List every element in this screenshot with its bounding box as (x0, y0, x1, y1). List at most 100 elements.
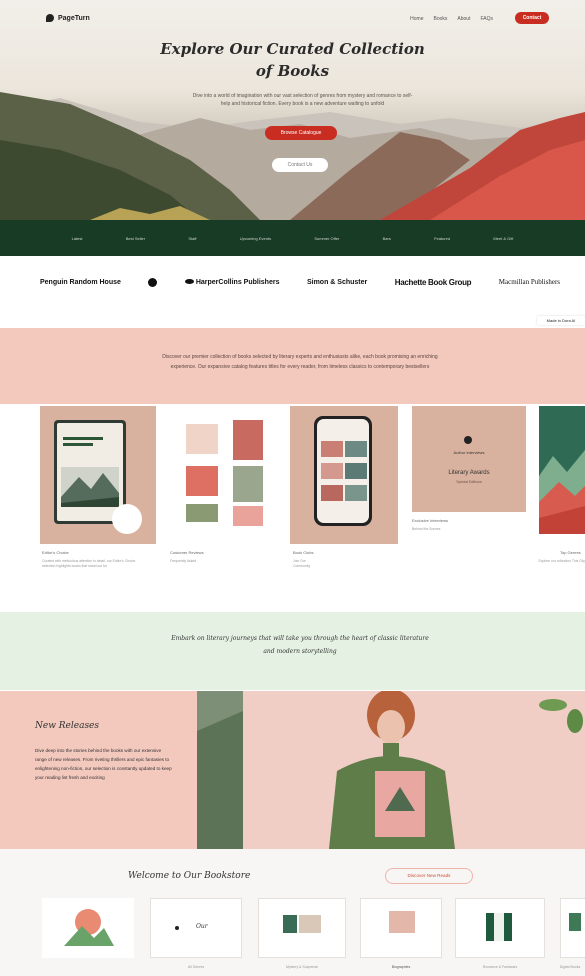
card-text-book-clubs: Join Our Community (293, 559, 311, 568)
badge-circle (112, 504, 142, 534)
contact-button[interactable]: Contact (515, 12, 549, 24)
category-upcoming-events[interactable]: Upcoming Events (240, 236, 271, 241)
genre-tile[interactable] (455, 898, 545, 958)
art-print (233, 420, 263, 460)
publisher-harpercollins-label: HarperCollins Publishers (195, 278, 280, 286)
woman-holding-book-photo (197, 691, 585, 849)
quote-text: Embark on literary journeys that will ta… (171, 635, 429, 655)
top-genres-image[interactable] (539, 406, 585, 534)
welcome-title: Welcome to Our Bookstore (128, 871, 251, 881)
literary-awards-tile[interactable]: Author Interviews Literary Awards Specia… (412, 406, 526, 512)
book-clubs-image[interactable] (290, 406, 398, 544)
mountain-illustration (61, 467, 119, 507)
editors-choice-image[interactable] (40, 406, 156, 544)
genre-tile[interactable] (560, 898, 585, 958)
literary-awards-label: Literary Awards (448, 470, 490, 476)
card-text-editors-choice: Curated with meticulous attention to det… (42, 559, 136, 568)
new-releases-text: Dive deep into the stories behind the bo… (35, 748, 172, 780)
phone-device (314, 416, 372, 526)
tile-label-biographies: Biographies (391, 965, 411, 969)
mountain-scene-illustration (0, 92, 585, 220)
intro-text: Discover our premier collection of books… (162, 354, 438, 370)
art-print (233, 466, 263, 502)
thumbnail (345, 463, 367, 479)
category-best-seller[interactable]: Best Seller (126, 236, 145, 241)
nav-link-home[interactable]: Home (410, 16, 423, 22)
intro-section: Discover our premier collection of books… (0, 328, 585, 404)
card-title-book-clubs: Book Clubs (293, 550, 314, 555)
book-cover-illustration (539, 406, 585, 534)
tile-label-romance: Romance & Fantasies (482, 965, 518, 969)
card-text-top-genres: Explore our collection This City (538, 559, 585, 563)
book-thumbnail (389, 911, 415, 933)
publisher-harpercollins: HarperCollins Publishers (184, 278, 280, 286)
category-meet-gift[interactable]: Meet & Gift (493, 236, 513, 241)
made-in-badge[interactable]: Made in Dora AI (537, 316, 585, 325)
art-print (186, 504, 218, 522)
circle-logo-icon (148, 277, 158, 287)
publisher-hachette: Hachette Book Group (394, 277, 472, 287)
browse-catalogue-button[interactable]: Browse Catalogue (265, 126, 337, 140)
genre-tile[interactable] (360, 898, 442, 958)
publisher-penguin: Penguin Random House (40, 278, 121, 286)
card-title-editors-choice: Editor's Choice (42, 550, 69, 555)
thumbnail (345, 485, 367, 501)
welcome-section: Welcome to Our Bookstore Discover New Re… (0, 849, 585, 976)
dot-icon (175, 926, 179, 930)
contact-us-button[interactable]: Contact Us (272, 158, 328, 172)
category-bars[interactable]: Bars (383, 236, 391, 241)
new-releases-title: New Releases (35, 721, 100, 731)
publisher-simon-schuster: Simon & Schuster (306, 278, 368, 286)
category-bar: Latest Best Seller Staff Upcoming Events… (0, 220, 585, 256)
mountain-sun-icon (42, 898, 134, 958)
art-print (186, 424, 218, 454)
publisher-macmillan: Macmillan Publishers (498, 278, 560, 286)
brand-name: PageTurn (58, 14, 90, 22)
flame-icon (184, 279, 194, 285)
publisher-logos: Penguin Random House HarperCollins Publi… (40, 274, 560, 290)
tablet-screen (57, 423, 123, 521)
thumbnail (321, 463, 343, 479)
hero-title: Explore Our Curated Collection of Books (160, 40, 425, 80)
card-title-customer-reviews: Customer Reviews (170, 550, 204, 555)
logo-icon (46, 14, 54, 22)
hero-subtitle: Dive into a world of imagination with ou… (192, 93, 413, 107)
tile-label-mystery: Mystery & Suspense (285, 965, 319, 969)
phone-screen (317, 419, 369, 523)
thumbnail (345, 441, 367, 457)
author-interviews-label: Author Interviews (453, 450, 485, 455)
category-staff[interactable]: Staff (188, 236, 196, 241)
category-summer-offer[interactable]: Summer Offer (314, 236, 339, 241)
customer-reviews-image[interactable] (170, 406, 275, 538)
nav-links: Home Books About FAQs (410, 16, 493, 22)
tile-label-all-genres: All Genres (187, 965, 205, 969)
discover-new-reads-button[interactable]: Discover New Reads (385, 868, 473, 884)
thumbnail (321, 441, 343, 457)
quote-section: Embark on literary journeys that will ta… (0, 612, 585, 690)
tile-our-text: Our (196, 923, 208, 930)
book-spine (494, 913, 504, 941)
genre-tile[interactable] (258, 898, 346, 958)
thumbnail (321, 485, 343, 501)
brand-logo[interactable]: PageTurn (46, 14, 90, 22)
new-releases-section: New Releases Dive deep into the stories … (0, 691, 585, 849)
art-print (186, 466, 218, 496)
category-featured[interactable]: Featured (434, 236, 450, 241)
dot-icon (464, 436, 472, 444)
card-text-exclusive-interviews: Behind the Scenes (412, 527, 441, 531)
nav-link-about[interactable]: About (457, 16, 470, 22)
nav-link-books[interactable]: Books (434, 16, 448, 22)
card-text-customer-reviews: Frequently Asked (170, 559, 197, 563)
tablet-heading-bar (63, 443, 93, 446)
special-editions-label: Special Editions (456, 480, 482, 484)
tile-label-digital: Digital Books (559, 965, 581, 969)
nav-link-faqs[interactable]: FAQs (480, 16, 493, 22)
genre-tile[interactable] (42, 898, 134, 958)
tablet-heading-bar (63, 437, 103, 440)
book-thumbnail (299, 915, 321, 933)
hero-section: PageTurn Home Books About FAQs Contact E… (0, 0, 585, 220)
book-thumbnail (283, 915, 297, 933)
category-latest[interactable]: Latest (72, 236, 83, 241)
genre-tile[interactable]: Our (150, 898, 242, 958)
art-print (233, 506, 263, 526)
